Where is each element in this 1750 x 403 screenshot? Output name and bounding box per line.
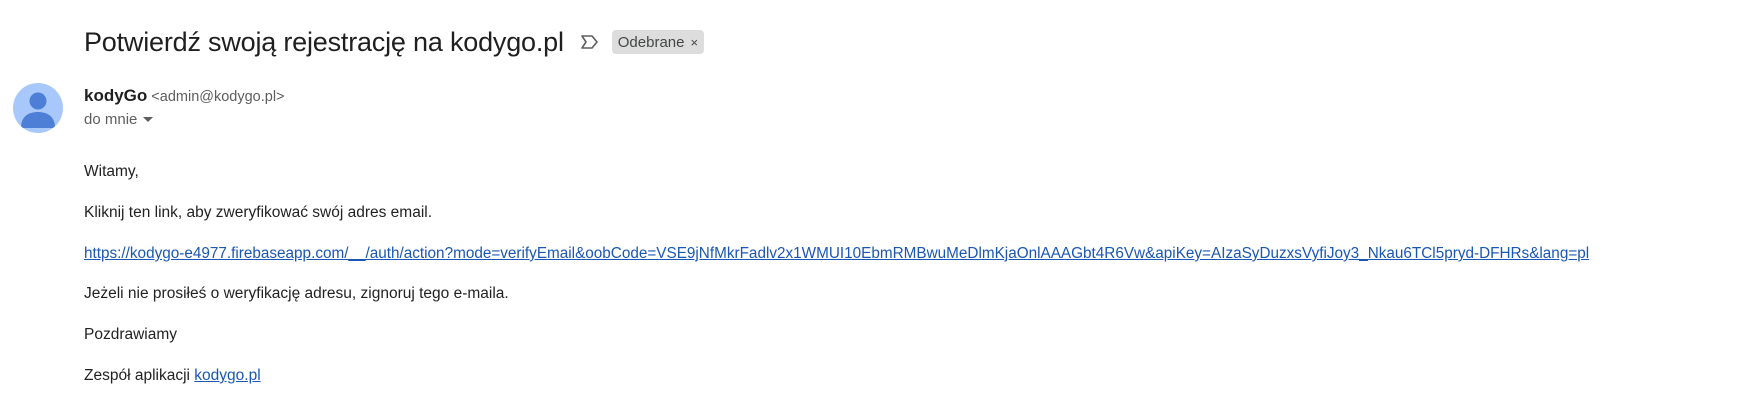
email-subject: Potwierdź swoją rejestrację na kodygo.pl: [84, 26, 564, 57]
sender-name[interactable]: kodyGo: [84, 86, 147, 106]
team-site-link[interactable]: kodygo.pl: [194, 367, 260, 384]
remove-label-icon[interactable]: ×: [690, 36, 698, 49]
recipient-text: do mnie: [84, 111, 138, 128]
body-regards: Pozdrawiamy: [84, 326, 178, 343]
sender-row: kodyGo <admin@kodygo.pl>: [84, 86, 285, 106]
recipient-details-toggle[interactable]: do mnie: [84, 111, 154, 128]
verify-email-link[interactable]: https://kodygo-e4977.firebaseapp.com/__/…: [84, 245, 1589, 262]
label-chip-text: Odebrane: [617, 33, 685, 51]
body-greeting: Witamy,: [84, 163, 139, 180]
body-verify-line: https://kodygo-e4977.firebaseapp.com/__/…: [84, 245, 1589, 263]
sender-email: <admin@kodygo.pl>: [151, 89, 285, 105]
signature-prefix: Zespół aplikacji: [84, 367, 195, 384]
subject-row: Potwierdź swoją rejestrację na kodygo.pl…: [84, 22, 705, 62]
person-icon: [21, 92, 55, 128]
important-marker-svg: [580, 35, 598, 49]
label-chip-inbox[interactable]: Odebrane ×: [611, 30, 705, 54]
label-important-outline-icon[interactable]: [578, 32, 602, 52]
body-signature: Zespół aplikacji kodygo.pl: [84, 367, 261, 385]
body-ignore-note: Jeżeli nie prosiłeś o weryfikację adresu…: [84, 285, 509, 302]
caret-down-icon: [143, 117, 154, 122]
body-instruction: Kliknij ten link, aby zweryfikować swój …: [84, 204, 433, 221]
sender-avatar[interactable]: [13, 83, 63, 133]
